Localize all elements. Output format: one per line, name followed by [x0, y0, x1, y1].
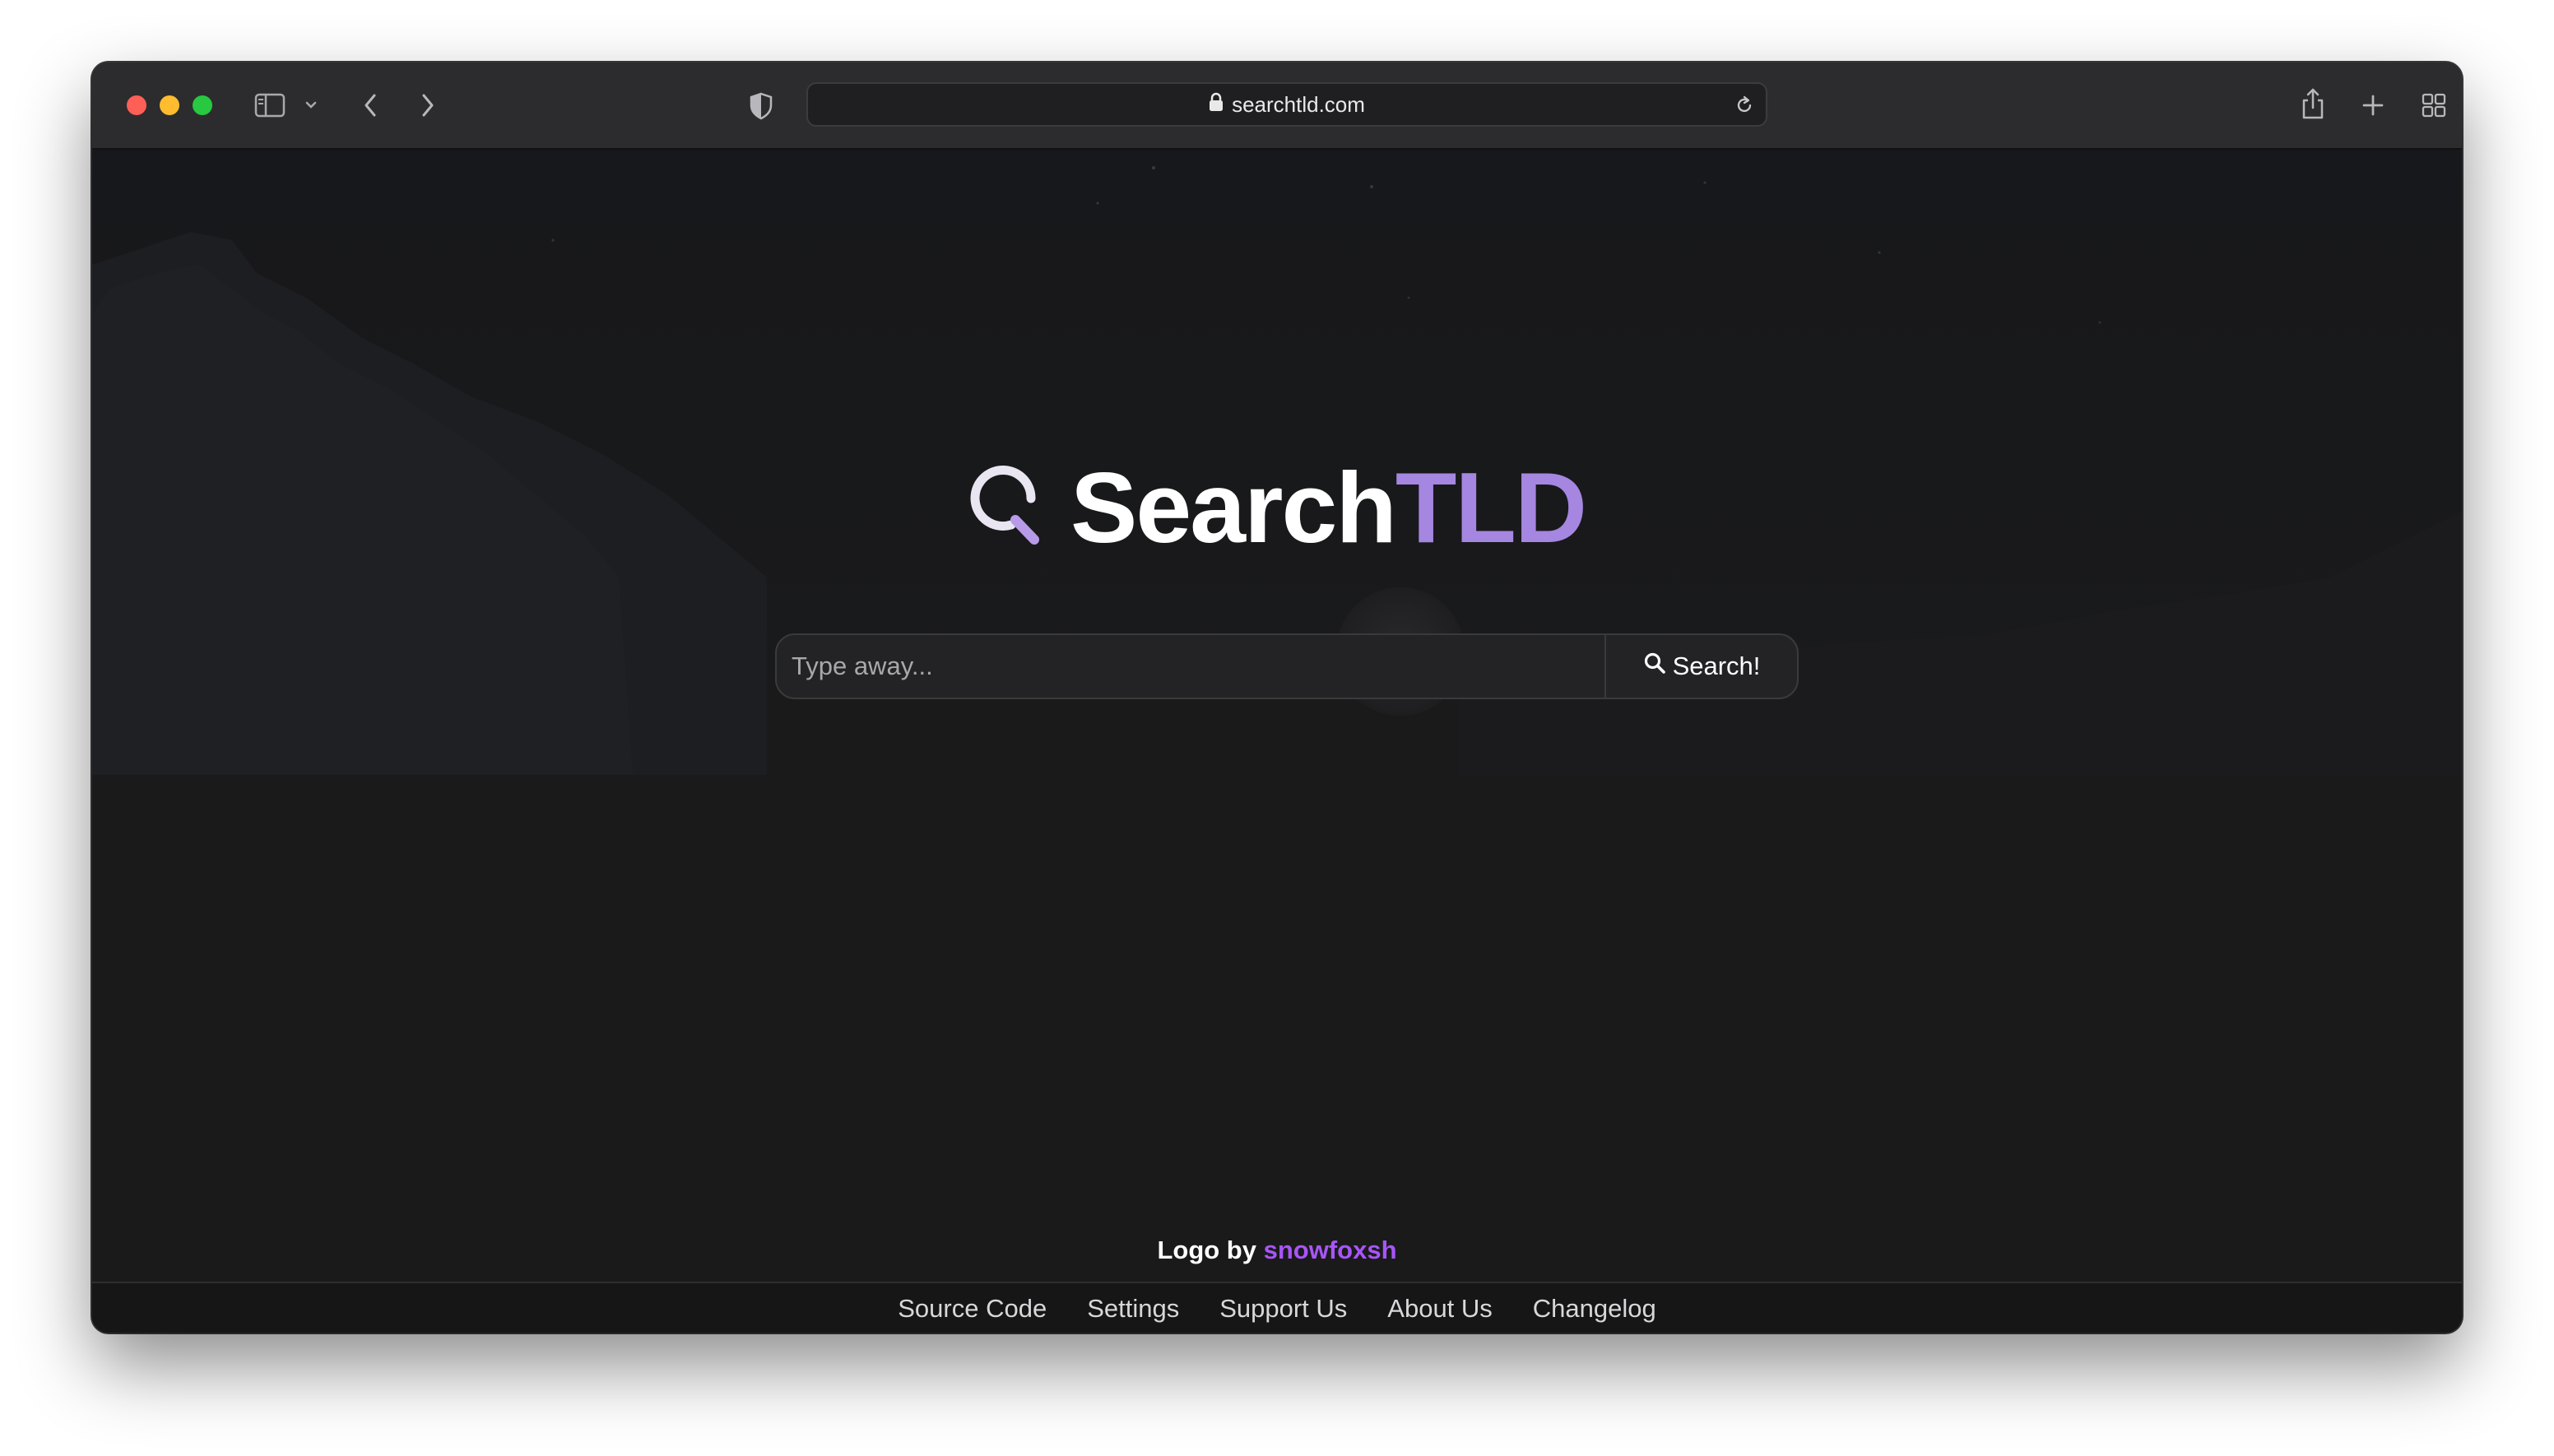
footer-link-settings[interactable]: Settings: [1087, 1294, 1179, 1324]
shield-icon[interactable]: [747, 90, 775, 122]
url-text: searchtld.com: [1232, 91, 1365, 117]
footer-link-source-code[interactable]: Source Code: [898, 1294, 1047, 1324]
browser-window: searchtld.com SearchTLD Type away... Sea…: [92, 63, 2462, 1333]
zoom-window-button[interactable]: [193, 95, 212, 115]
chevron-right-icon[interactable]: [415, 90, 441, 120]
chevron-left-icon[interactable]: [357, 90, 383, 120]
site-title-accent: TLD: [1395, 452, 1587, 563]
reload-icon[interactable]: [1733, 94, 1756, 117]
browser-toolbar: searchtld.com: [92, 63, 2462, 150]
footer-link-about-us[interactable]: About Us: [1387, 1294, 1493, 1324]
search-input[interactable]: [777, 635, 1604, 698]
search-icon: [1643, 651, 1666, 681]
footer-link-support-us[interactable]: Support Us: [1219, 1294, 1347, 1324]
grid-icon[interactable]: [2421, 92, 2447, 118]
minimize-window-button[interactable]: [160, 95, 179, 115]
search-form: Search!: [775, 633, 1799, 699]
search-button-label: Search!: [1672, 651, 1761, 680]
footer-nav: Source Code Settings Support Us About Us…: [92, 1282, 2462, 1333]
magnifier-logo-icon: [968, 465, 1046, 550]
address-bar[interactable]: searchtld.com: [806, 82, 1767, 127]
logo-credit-prefix: Logo by: [1157, 1236, 1256, 1264]
logo: SearchTLD: [92, 454, 2462, 561]
site-title-main: Search: [1070, 452, 1397, 563]
logo-credit-author-link[interactable]: snowfoxsh: [1264, 1236, 1397, 1264]
share-icon[interactable]: [2299, 86, 2327, 122]
footer-link-changelog[interactable]: Changelog: [1533, 1294, 1656, 1324]
chevron-down-icon[interactable]: [303, 97, 319, 114]
search-button[interactable]: Search!: [1604, 635, 1797, 698]
logo-credit: Logo by snowfoxsh: [92, 1236, 2462, 1265]
close-window-button[interactable]: [127, 95, 146, 115]
page-content: SearchTLD Search! Logo by snowfoxsh Sour…: [92, 150, 2462, 1333]
plus-icon[interactable]: [2360, 92, 2386, 118]
site-title: SearchTLD: [1070, 457, 1587, 558]
sidebar-icon[interactable]: [253, 92, 286, 118]
lock-icon: [1209, 92, 1224, 118]
